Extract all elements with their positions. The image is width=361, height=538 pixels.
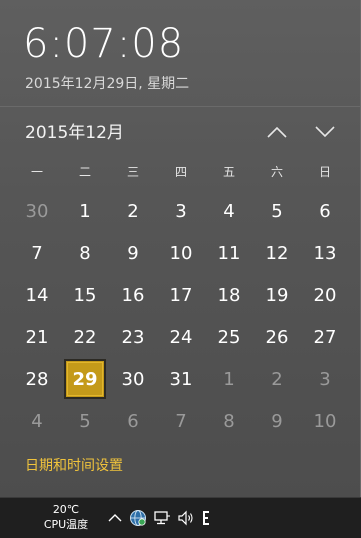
calendar-day[interactable]: 26 <box>253 316 301 358</box>
divider <box>0 106 361 107</box>
calendar-day[interactable]: 20 <box>301 274 349 316</box>
clock-calendar-flyout: 6:07:08 2015年12月29日, 星期二 2015年12月 一 二 三 … <box>0 0 361 497</box>
calendar-day[interactable]: 5 <box>61 400 109 442</box>
weekday-label: 三 <box>126 165 139 179</box>
cpu-temperature-widget[interactable]: 20℃ CPU温度 <box>38 502 94 532</box>
calendar-day-grid: 30 1 2 3 4 5 6 7 8 9 10 11 12 13 14 15 16 17 18 19 20 21 22 23 2… <box>13 190 349 442</box>
calendar-day[interactable]: 16 <box>109 274 157 316</box>
calendar-day[interactable]: 24 <box>157 316 205 358</box>
network-globe-tray-button[interactable] <box>129 509 147 527</box>
calendar-day[interactable]: 9 <box>109 232 157 274</box>
next-month-button[interactable] <box>311 120 339 144</box>
calendar-day[interactable]: 3 <box>157 190 205 232</box>
calendar-day[interactable]: 31 <box>157 358 205 400</box>
calendar-day[interactable]: 6 <box>301 190 349 232</box>
previous-month-button[interactable] <box>263 120 291 144</box>
calendar-day[interactable]: 10 <box>301 400 349 442</box>
show-hidden-icons-button[interactable] <box>106 509 124 527</box>
calendar-day[interactable]: 14 <box>13 274 61 316</box>
date-time-settings-link[interactable]: 日期和时间设置 <box>25 456 123 476</box>
calendar-day[interactable]: 5 <box>253 190 301 232</box>
calendar-day[interactable]: 8 <box>205 400 253 442</box>
calendar-day[interactable]: 6 <box>109 400 157 442</box>
calendar-day[interactable]: 7 <box>13 232 61 274</box>
calendar-day[interactable]: 8 <box>61 232 109 274</box>
weekday-header: 一 二 三 四 五 六 日 <box>13 162 349 182</box>
weekday-label: 四 <box>174 165 187 179</box>
network-globe-icon <box>130 510 146 526</box>
network-tray-button[interactable] <box>153 509 171 527</box>
chevron-up-icon <box>267 126 287 138</box>
calendar-day[interactable]: 4 <box>205 190 253 232</box>
calendar-day[interactable]: 15 <box>61 274 109 316</box>
month-title[interactable]: 2015年12月 <box>25 121 124 145</box>
calendar-day[interactable]: 12 <box>253 232 301 274</box>
calendar-day[interactable]: 4 <box>13 400 61 442</box>
calendar-day[interactable]: 23 <box>109 316 157 358</box>
calendar-day[interactable]: 27 <box>301 316 349 358</box>
clock-time: 6:07:08 <box>23 21 185 67</box>
calendar-day[interactable]: 2 <box>253 358 301 400</box>
calendar-day[interactable]: 28 <box>13 358 61 400</box>
cpu-temperature-label: CPU温度 <box>43 518 89 531</box>
chevron-up-icon <box>108 514 122 522</box>
weekday-label: 五 <box>222 165 235 179</box>
calendar-day[interactable]: 3 <box>301 358 349 400</box>
input-method-tray-button[interactable] <box>197 509 215 527</box>
weekday-label: 六 <box>270 165 283 179</box>
calendar-day[interactable]: 9 <box>253 400 301 442</box>
calendar-day[interactable]: 7 <box>157 400 205 442</box>
weekday-label: 一 <box>30 165 43 179</box>
cpu-temperature-value: 20℃ <box>52 503 80 516</box>
weekday-label: 二 <box>78 165 91 179</box>
calendar-day[interactable]: 2 <box>109 190 157 232</box>
chevron-down-icon <box>315 126 335 138</box>
calendar-day[interactable]: 30 <box>109 358 157 400</box>
calendar-day[interactable]: 30 <box>13 190 61 232</box>
weekday-label: 日 <box>318 165 331 179</box>
ime-icon <box>203 511 209 525</box>
taskbar: 20℃ CPU温度 <box>0 497 361 538</box>
calendar-day[interactable]: 19 <box>253 274 301 316</box>
calendar-day[interactable]: 11 <box>205 232 253 274</box>
network-monitor-icon <box>154 511 170 525</box>
volume-icon <box>178 510 193 526</box>
calendar-day[interactable]: 1 <box>61 190 109 232</box>
calendar-day[interactable]: 10 <box>157 232 205 274</box>
calendar-day-today[interactable]: 29 <box>64 359 106 399</box>
calendar-day[interactable]: 13 <box>301 232 349 274</box>
calendar-day[interactable]: 1 <box>205 358 253 400</box>
calendar-day[interactable]: 25 <box>205 316 253 358</box>
volume-tray-button[interactable] <box>177 509 195 527</box>
full-date-link[interactable]: 2015年12月29日, 星期二 <box>25 74 189 94</box>
calendar-day[interactable]: 22 <box>61 316 109 358</box>
calendar-day[interactable]: 17 <box>157 274 205 316</box>
calendar-day[interactable]: 21 <box>13 316 61 358</box>
calendar-day[interactable]: 18 <box>205 274 253 316</box>
